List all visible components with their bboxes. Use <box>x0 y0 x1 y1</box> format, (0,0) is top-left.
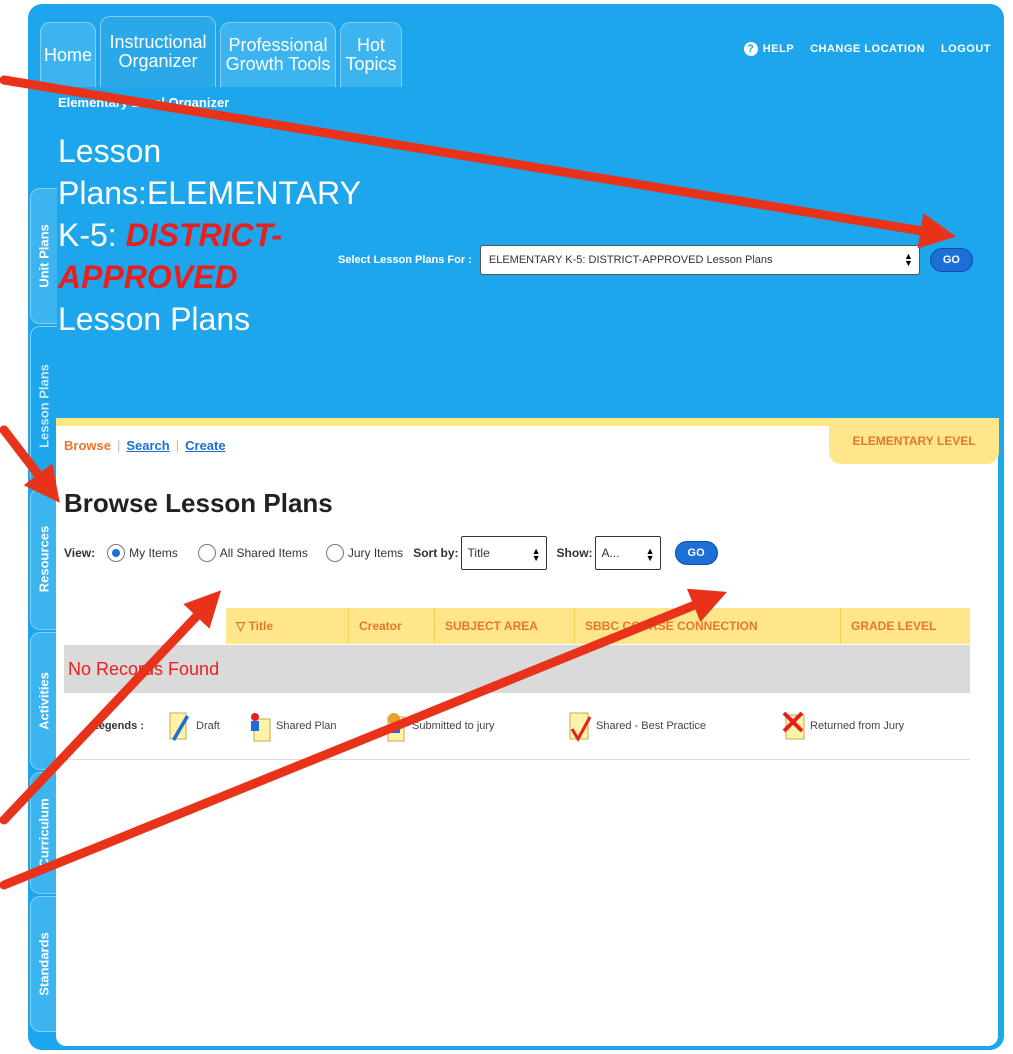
select-arrows-icon: ▲ ▼ <box>531 546 541 563</box>
legend-label: Legends : <box>92 720 144 732</box>
radio-jury-items-label: Jury Items <box>347 546 404 560</box>
lesson-plans-selector: Select Lesson Plans For : ELEMENTARY K-5… <box>338 245 973 275</box>
no-records-row: No Records Found <box>64 645 970 693</box>
returned-from-jury-icon <box>782 711 805 740</box>
lesson-plans-select[interactable]: ELEMENTARY K-5: DISTRICT-APPROVED Lesson… <box>479 245 920 275</box>
col-grade-level[interactable]: GRADE LEVEL <box>840 608 970 644</box>
logout-link[interactable]: LOGOUT <box>941 43 991 55</box>
help-icon: ? <box>743 42 758 56</box>
legend-returned-from-jury: Returned from Jury <box>810 720 905 732</box>
tab-home[interactable]: Home <box>40 22 96 87</box>
tab-hot-topics[interactable]: Hot Topics <box>340 22 402 87</box>
subnav-browse[interactable]: Browse <box>64 438 111 453</box>
help-link[interactable]: ? HELP <box>743 42 794 56</box>
select-arrows-icon: ▲ ▼ <box>645 546 655 563</box>
side-tab-activities[interactable]: Activities <box>30 632 57 770</box>
organizer-label: Elementary Level Organizer <box>58 95 230 110</box>
side-tab-curriculum[interactable]: Curriculum <box>30 772 57 894</box>
subnav-create[interactable]: Create <box>185 438 225 453</box>
legend-best-practice: Shared - Best Practice <box>596 720 707 732</box>
col-subject-area[interactable]: SUBJECT AREA <box>434 608 574 644</box>
show-select[interactable]: A... ▲ ▼ <box>594 536 661 570</box>
page-title: Lesson Plans:ELEMENTARY K-5: DISTRICT- A… <box>58 133 361 337</box>
view-go-button[interactable]: GO <box>674 541 718 565</box>
col-course-connection[interactable]: SBBC COURSE CONNECTION <box>574 608 840 644</box>
legend-row: Legends : Draft Shared Plan Submitted to… <box>64 693 970 760</box>
tab-instructional-organizer[interactable]: Instructional Organizer <box>100 16 216 87</box>
show-label: Show: <box>556 546 593 560</box>
side-tab-standards[interactable]: Standards <box>30 896 57 1032</box>
level-badge: ELEMENTARY LEVEL <box>829 418 999 464</box>
top-navigation: ? HELP CHANGE LOCATION LOGOUT <box>743 42 991 56</box>
radio-my-items-label: My Items <box>129 546 178 560</box>
sort-by-select[interactable]: Title ▲ ▼ <box>460 536 547 570</box>
side-tab-unit-plans[interactable]: Unit Plans <box>30 188 57 324</box>
lesson-plans-select-label: Select Lesson Plans For : <box>338 254 472 266</box>
sort-by-label: Sort by: <box>413 546 459 560</box>
sub-navigation: Browse | Search | Create <box>64 438 226 453</box>
browse-title: Browse Lesson Plans <box>64 488 333 518</box>
best-practice-icon <box>569 712 592 743</box>
lesson-plans-go-button[interactable]: GO <box>929 248 973 272</box>
legend-shared-plan: Shared Plan <box>276 720 337 732</box>
change-location-link[interactable]: CHANGE LOCATION <box>810 43 925 55</box>
radio-all-shared-items-label: All Shared Items <box>219 546 308 560</box>
radio-my-items[interactable] <box>107 544 126 562</box>
legend-draft: Draft <box>196 720 220 732</box>
legend-submitted-to-jury: Submitted to jury <box>412 720 495 732</box>
table-header: ▽ Title Creator SUBJECT AREA SBBC COURSE… <box>226 608 970 644</box>
view-label: View: <box>64 546 96 560</box>
col-creator[interactable]: Creator <box>348 608 434 644</box>
col-title[interactable]: ▽ Title <box>226 608 348 644</box>
draft-icon <box>169 712 189 741</box>
select-arrows-icon: ▲ ▼ <box>903 251 913 268</box>
tab-professional-growth-tools[interactable]: Professional Growth Tools <box>220 22 336 87</box>
subnav-search[interactable]: Search <box>126 438 169 453</box>
radio-jury-items[interactable] <box>325 544 344 562</box>
side-tab-lesson-plans[interactable]: Lesson Plans <box>30 326 57 486</box>
view-filter-row: View: My Items All Shared Items Jury Ite… <box>64 536 718 570</box>
radio-all-shared-items[interactable] <box>197 544 216 562</box>
side-tab-resources[interactable]: Resources <box>30 488 57 630</box>
shared-plan-icon <box>251 713 271 742</box>
submitted-to-jury-icon <box>387 713 405 742</box>
